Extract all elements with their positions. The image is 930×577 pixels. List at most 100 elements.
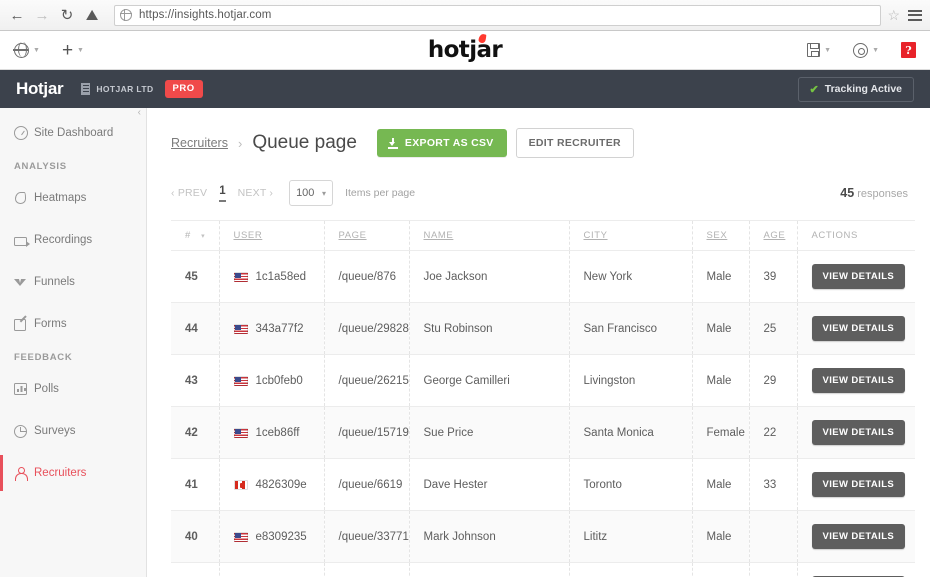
star-icon[interactable]: ☆ — [887, 7, 900, 24]
cell-actions: VIEW DETAILS — [796, 562, 915, 577]
column-header-actions: ACTIONS — [796, 220, 915, 251]
column-label: AGE — [763, 230, 786, 241]
column-label: NAME — [423, 230, 454, 241]
app-brand[interactable]: Hotjar — [16, 79, 64, 99]
cell-page: /queue/33771 — [323, 510, 409, 563]
column-label: # — [185, 230, 191, 241]
cell-sex: Male — [691, 510, 749, 563]
sidebar-item-site-dashboard[interactable]: Site Dashboard — [0, 119, 146, 147]
cell-age — [748, 510, 797, 563]
cell-sex: Male — [691, 354, 749, 407]
column-header-sex[interactable]: SEX — [691, 220, 749, 251]
column-header-age[interactable]: AGE — [748, 220, 797, 251]
reload-icon[interactable]: ↻ — [56, 4, 78, 26]
sidebar-item-label: Polls — [34, 383, 59, 395]
column-header-num[interactable]: # ▾ — [171, 220, 219, 251]
column-label: CITY — [583, 230, 608, 241]
cell-name: Sue Price — [408, 406, 569, 459]
column-header-city[interactable]: CITY — [568, 220, 692, 251]
cell-sex: Male — [691, 302, 749, 355]
chevron-down-icon: ▼ — [824, 46, 832, 54]
table-row: 44 343a77f2/queue/29828 Stu Robinson San Fr… — [171, 302, 915, 355]
cell-user: 343a77f2 — [218, 302, 324, 355]
home-icon[interactable]: ⛰ — [81, 4, 103, 26]
sidebar-item-forms[interactable]: Forms — [0, 310, 146, 338]
flag-icon — [233, 479, 248, 490]
column-header-name[interactable]: NAME — [408, 220, 569, 251]
table-row: 45 1c1a58ed/queue/876 Joe Jackson New York M… — [171, 250, 915, 303]
download-icon — [387, 137, 398, 149]
export-button-label: EXPORT AS CSV — [404, 137, 494, 149]
sidebar-item-label: Funnels — [34, 276, 75, 288]
save-menu[interactable]: ▼ — [807, 43, 831, 57]
browser-chrome: ← → ↻ ⛰ https://insights.hotjar.com ☆ — [0, 0, 930, 31]
url-text: https://insights.hotjar.com — [139, 9, 272, 21]
view-details-button[interactable]: VIEW DETAILS — [811, 420, 906, 445]
current-page-number[interactable]: 1 — [219, 185, 226, 202]
view-details-button[interactable]: VIEW DETAILS — [811, 524, 906, 549]
cell-page: /queue/6619 — [323, 458, 409, 511]
user-id: e8309235 — [255, 530, 307, 543]
building-icon — [81, 83, 91, 95]
breadcrumb-link-recruiters[interactable]: Recruiters — [171, 136, 228, 150]
sidebar-item-label: Surveys — [34, 425, 76, 437]
cell-user: 1cb0feb0 — [218, 354, 324, 407]
view-details-button[interactable]: VIEW DETAILS — [811, 264, 906, 289]
sidebar-group-analysis-title: ANALYSIS — [14, 161, 67, 172]
chevron-down-icon: ▼ — [33, 46, 40, 54]
toolbar-right-group: ▼ ▼ ? — [807, 42, 916, 58]
view-details-button[interactable]: VIEW DETAILS — [811, 368, 906, 393]
column-label: ACTIONS — [811, 230, 858, 241]
address-bar[interactable]: https://insights.hotjar.com — [114, 4, 882, 26]
sidebar-item-polls[interactable]: Polls — [0, 375, 146, 403]
speedometer-icon — [14, 126, 34, 140]
sidebar-item-funnels[interactable]: Funnels — [0, 268, 146, 296]
sidebar-item-heatmaps[interactable]: Heatmaps — [0, 184, 146, 212]
cell-name: George Camilleri — [408, 354, 569, 407]
cell-name: Stu Robinson — [408, 302, 569, 355]
column-header-page[interactable]: PAGE — [323, 220, 409, 251]
hotjar-logo-text: hotjar — [427, 37, 503, 63]
sort-caret-icon: ▾ — [201, 233, 206, 240]
add-menu[interactable]: + ▼ — [62, 41, 84, 60]
settings-menu[interactable]: ▼ — [853, 42, 879, 58]
hamburger-menu-icon[interactable] — [908, 9, 922, 21]
user-id: 1c1a58ed — [255, 270, 307, 283]
video-camera-icon — [14, 235, 34, 247]
sidebar-item-recruiters[interactable]: Recruiters — [0, 455, 146, 491]
next-page-button[interactable]: NEXT › — [238, 187, 273, 199]
sidebar-item-label: Recruiters — [34, 467, 87, 479]
column-header-user[interactable]: USER — [218, 220, 324, 251]
cell-name: Dave Hester — [408, 458, 569, 511]
cell-page: /queue/29828 — [323, 302, 409, 355]
forward-arrow-icon[interactable]: → — [31, 4, 53, 26]
help-icon[interactable]: ? — [901, 42, 916, 58]
cell-city: São Paulo — [568, 562, 692, 577]
prev-page-button[interactable]: ‹ PREV — [171, 187, 207, 199]
gear-icon — [853, 42, 869, 58]
edit-recruiter-button[interactable]: EDIT RECRUITER — [515, 128, 634, 158]
cell-num: 42 — [171, 406, 219, 459]
page-title: Queue page — [252, 132, 357, 153]
tracking-status-button[interactable]: ✔ Tracking Active — [797, 76, 914, 102]
back-arrow-icon[interactable]: ← — [6, 4, 28, 26]
cell-name: Joe Jackson — [408, 250, 569, 303]
globe-menu[interactable]: ▼ — [13, 41, 40, 58]
sidebar-item-surveys[interactable]: Surveys — [0, 417, 146, 445]
export-as-csv-button[interactable]: EXPORT AS CSV — [376, 129, 507, 157]
cell-sex: Male — [691, 562, 749, 577]
flag-icon — [233, 323, 248, 334]
app-header: Hotjar HOTJAR LTD PRO ✔ Tracking Active — [0, 70, 930, 108]
view-details-button[interactable]: VIEW DETAILS — [811, 316, 906, 341]
sidebar-collapse-icon[interactable]: ‹ — [138, 107, 141, 118]
chevron-down-icon: ▾ — [322, 188, 327, 198]
responses-count-label: responses — [857, 188, 908, 200]
body: ‹ Site Dashboard ANALYSIS Heatmaps Recor… — [0, 107, 930, 577]
cell-actions: VIEW DETAILS — [796, 302, 915, 355]
items-per-page-select[interactable]: 100 ▾ — [289, 180, 334, 206]
cell-city: San Francisco — [568, 302, 692, 355]
pagination: ‹ PREV 1 NEXT › 100 ▾ Items per page 45 … — [171, 180, 908, 206]
view-details-button[interactable]: VIEW DETAILS — [811, 472, 906, 497]
sidebar-item-recordings[interactable]: Recordings — [0, 226, 146, 254]
organization[interactable]: HOTJAR LTD — [81, 83, 153, 95]
